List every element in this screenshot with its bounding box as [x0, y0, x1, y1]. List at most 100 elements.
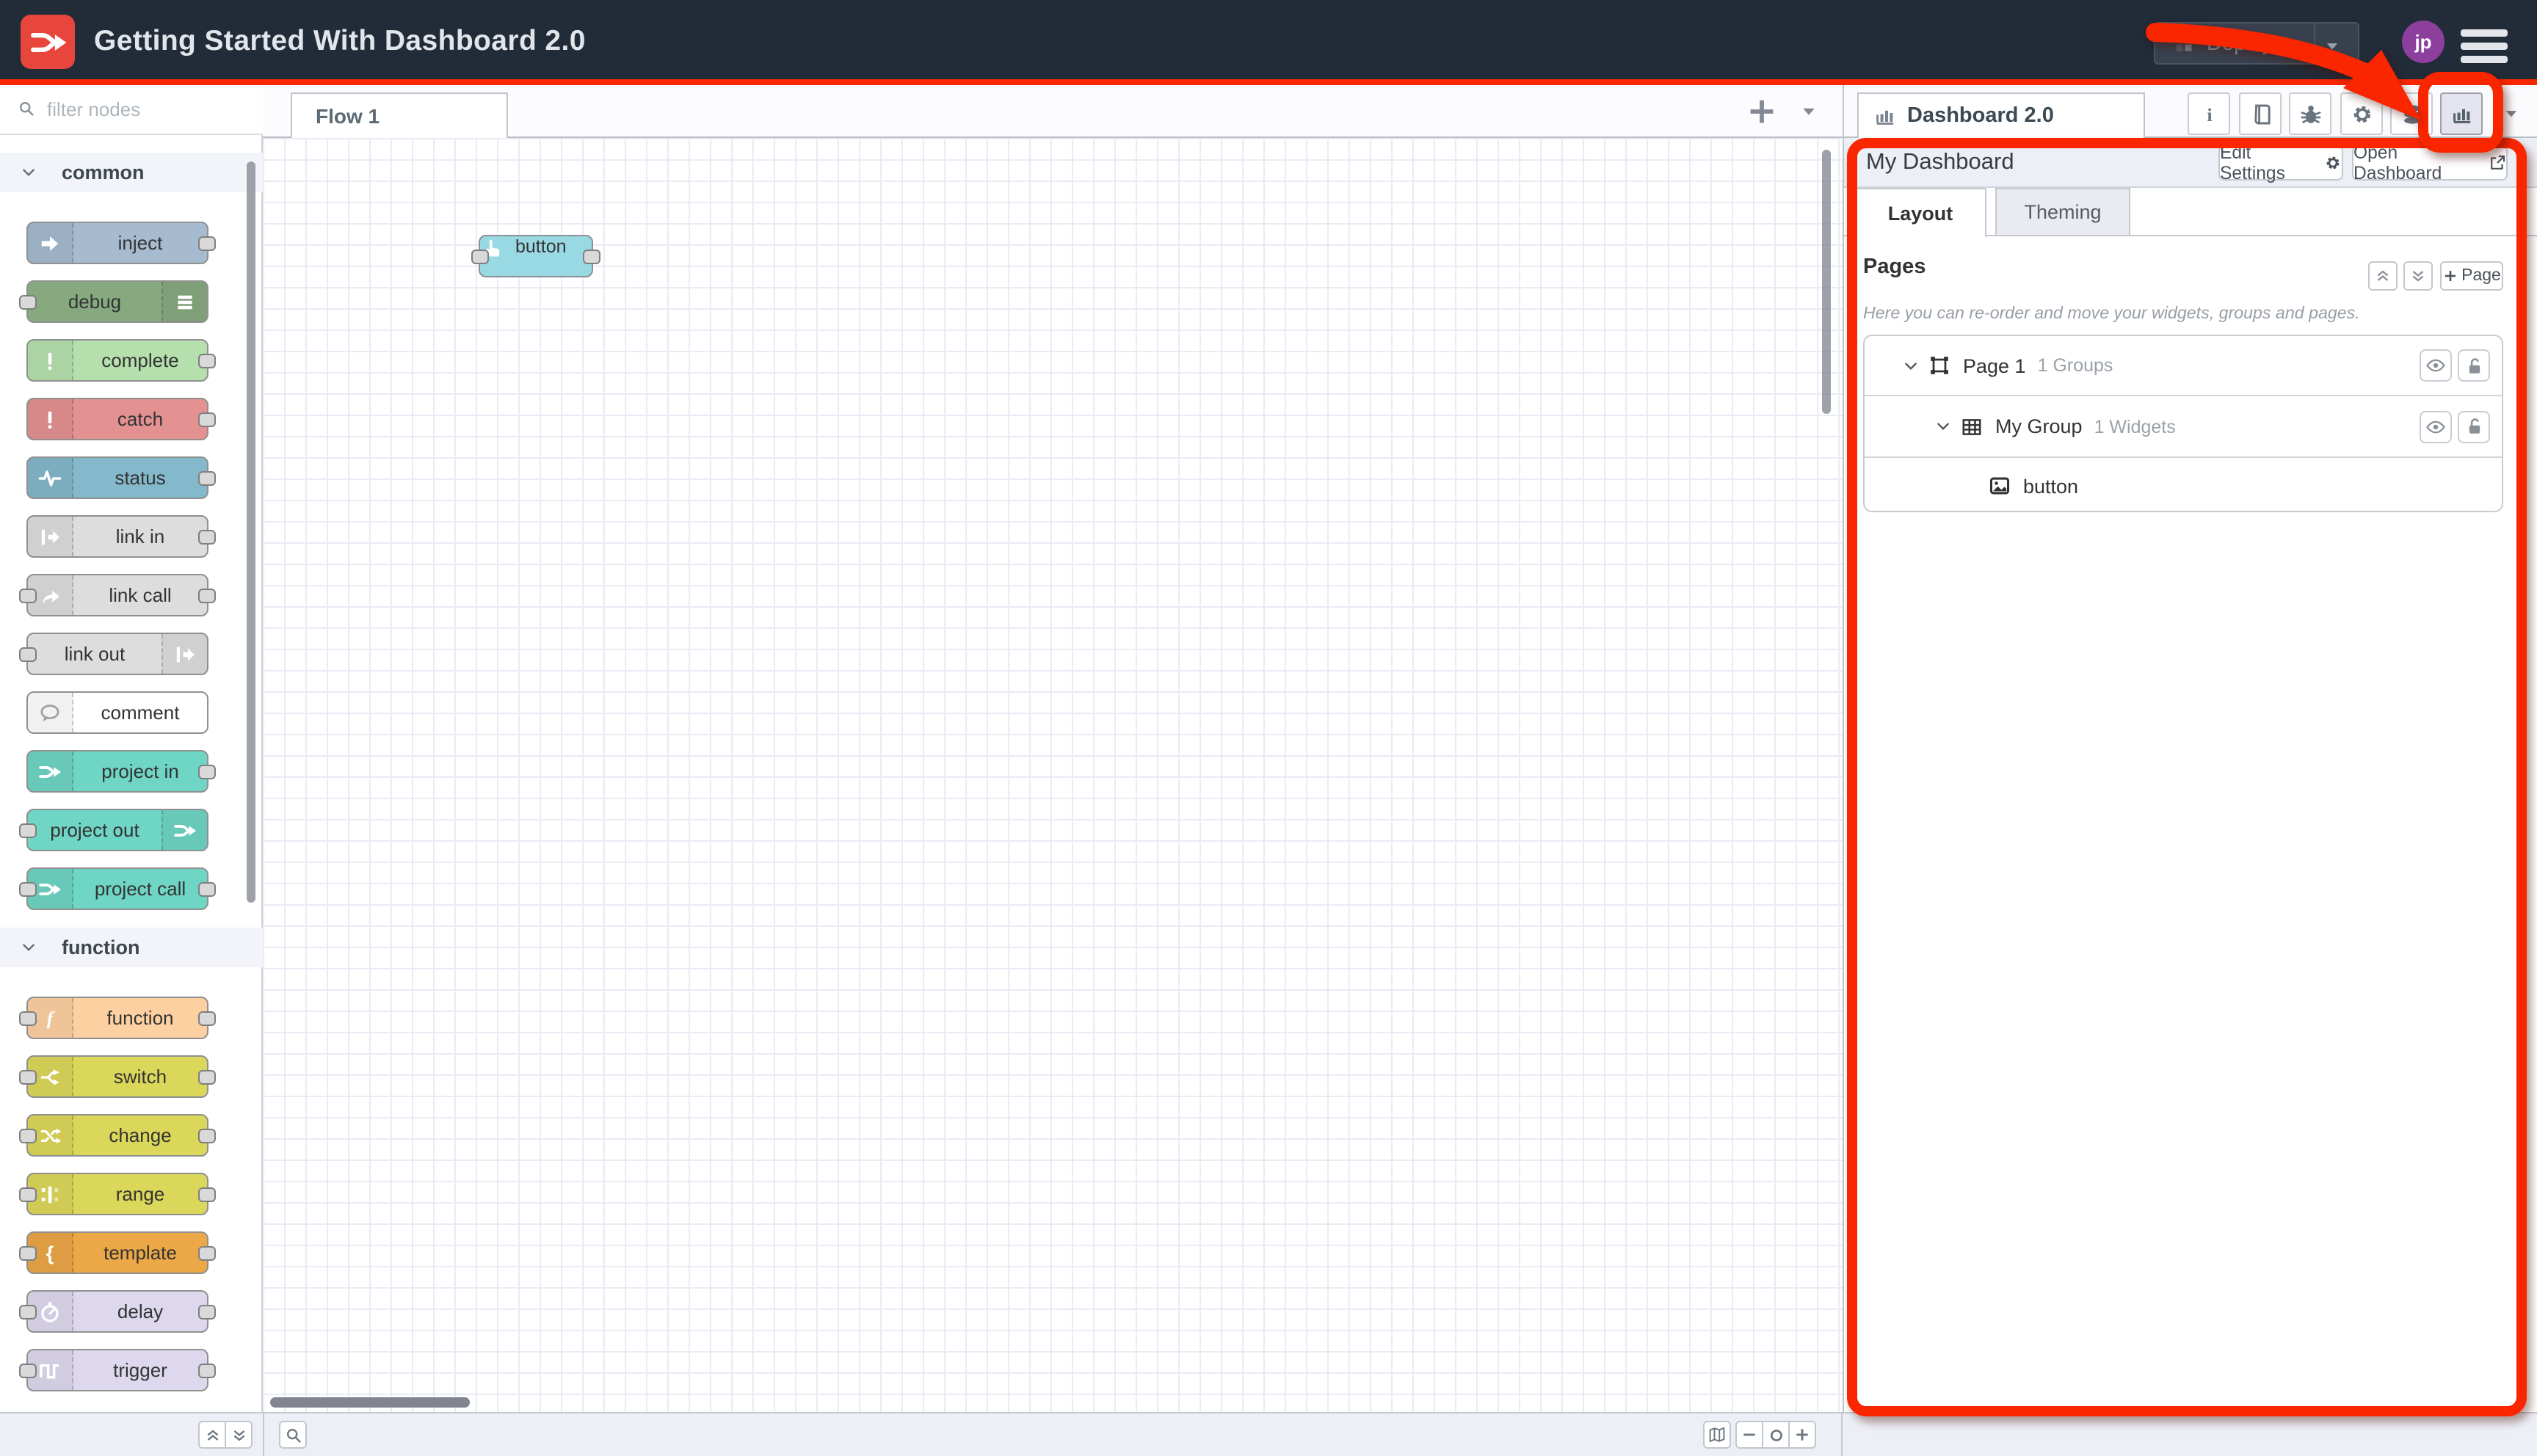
input-port[interactable] — [19, 647, 37, 661]
output-port[interactable] — [198, 1245, 216, 1260]
output-port[interactable] — [198, 470, 216, 485]
user-avatar[interactable]: jp — [2402, 21, 2445, 63]
output-port[interactable] — [198, 881, 216, 896]
context-data-button[interactable] — [2390, 92, 2433, 135]
input-port[interactable] — [19, 294, 37, 309]
output-port[interactable] — [198, 529, 216, 544]
deploy-button[interactable]: Deploy — [2154, 22, 2359, 65]
palette-node-project-out[interactable]: project out — [26, 809, 208, 851]
node-palette: filter nodes common inject debug complete ca… — [0, 84, 263, 1412]
output-port[interactable] — [198, 1187, 216, 1201]
add-flow-button[interactable] — [1746, 95, 1778, 128]
input-port[interactable] — [19, 823, 37, 837]
palette-scrollbar[interactable] — [247, 161, 255, 903]
input-port[interactable] — [471, 249, 489, 263]
palette-filter[interactable]: filter nodes — [0, 84, 263, 135]
main-menu-button[interactable] — [2461, 29, 2508, 63]
canvas-vertical-scrollbar[interactable] — [1822, 150, 1831, 414]
input-port[interactable] — [19, 1304, 37, 1319]
palette-node-inject[interactable]: inject — [26, 222, 208, 264]
sidebar-menu-caret[interactable] — [2502, 106, 2521, 122]
node-red-logo[interactable] — [21, 15, 75, 69]
output-port[interactable] — [198, 1363, 216, 1377]
canvas-horizontal-scrollbar[interactable] — [270, 1397, 470, 1408]
palette-node-switch[interactable]: switch — [26, 1055, 208, 1098]
output-port[interactable] — [198, 1304, 216, 1319]
palette-node-range[interactable]: range — [26, 1173, 208, 1215]
template-brace-icon: { — [38, 1241, 62, 1264]
visibility-toggle-button[interactable] — [2420, 410, 2452, 443]
chevron-down-icon[interactable] — [1903, 357, 1919, 374]
palette-node-comment[interactable]: comment — [26, 691, 208, 734]
chevron-down-icon[interactable] — [1935, 418, 1951, 434]
output-port[interactable] — [198, 412, 216, 426]
output-port[interactable] — [198, 588, 216, 603]
flow-list-button[interactable] — [1799, 103, 1819, 120]
palette-collapse-all-button[interactable] — [198, 1421, 226, 1449]
move-page-up-button[interactable] — [2368, 261, 2398, 291]
dashboard-2-button[interactable] — [2440, 92, 2483, 135]
palette-node-catch[interactable]: catch — [26, 398, 208, 440]
input-port[interactable] — [19, 1187, 37, 1201]
palette-node-link-out[interactable]: link out — [26, 633, 208, 675]
tab-theming[interactable]: Theming — [1995, 188, 2130, 236]
input-port[interactable] — [19, 588, 37, 603]
output-port[interactable] — [583, 249, 600, 263]
node-label: inject — [73, 223, 207, 263]
palette-node-template[interactable]: {template — [26, 1231, 208, 1274]
input-port[interactable] — [19, 1245, 37, 1260]
input-port[interactable] — [19, 1128, 37, 1143]
zoom-in-button[interactable] — [1788, 1421, 1816, 1449]
input-port[interactable] — [19, 1069, 37, 1084]
help-button[interactable] — [2239, 92, 2282, 135]
lock-toggle-button[interactable] — [2458, 349, 2490, 382]
flow-canvas[interactable]: button — [263, 138, 1843, 1412]
palette-node-project-call[interactable]: project call — [26, 867, 208, 910]
lock-toggle-button[interactable] — [2458, 410, 2490, 443]
palette-expand-all-button[interactable] — [225, 1421, 253, 1449]
tab-dashboard-2[interactable]: Dashboard 2.0 — [1857, 92, 2145, 138]
palette-node-change[interactable]: change — [26, 1114, 208, 1157]
canvas-search-button[interactable] — [279, 1421, 307, 1449]
output-port[interactable] — [198, 236, 216, 250]
input-port[interactable] — [19, 1011, 37, 1025]
move-page-down-button[interactable] — [2403, 261, 2433, 291]
output-port[interactable] — [198, 1128, 216, 1143]
zoom-out-button[interactable] — [1735, 1421, 1763, 1449]
output-port[interactable] — [198, 353, 216, 368]
output-port[interactable] — [198, 1069, 216, 1084]
tab-flow-1[interactable]: Flow 1 — [291, 92, 508, 138]
canvas-node-button[interactable]: button — [479, 235, 593, 277]
palette-node-project-in[interactable]: project in — [26, 750, 208, 793]
tree-row-page-1[interactable]: Page 11 Groups — [1865, 336, 2502, 396]
palette-node-debug[interactable]: debug — [26, 280, 208, 323]
tree-row-button[interactable]: button — [1865, 458, 2502, 512]
debug-button[interactable] — [2289, 92, 2331, 135]
open-dashboard-button[interactable]: Open Dashboard — [2352, 145, 2508, 181]
zoom-reset-button[interactable] — [1762, 1421, 1790, 1449]
info-button[interactable]: i — [2188, 92, 2230, 135]
toggle-navigator-button[interactable] — [1703, 1421, 1731, 1449]
chevron-down-icon — [21, 939, 37, 956]
palette-node-link-call[interactable]: link call — [26, 574, 208, 616]
config-nodes-button[interactable] — [2340, 92, 2383, 135]
palette-node-status[interactable]: status — [26, 456, 208, 499]
add-page-button[interactable]: Page — [2440, 261, 2503, 291]
edit-settings-button[interactable]: Edit Settings — [2218, 145, 2343, 181]
palette-node-function[interactable]: ffunction — [26, 997, 208, 1039]
palette-node-link-in[interactable]: link in — [26, 515, 208, 558]
tab-layout[interactable]: Layout — [1854, 188, 1986, 238]
palette-node-delay[interactable]: delay — [26, 1290, 208, 1333]
gear-icon — [2350, 102, 2373, 125]
palette-section-common[interactable]: common — [0, 153, 263, 192]
deploy-caret-icon[interactable] — [2323, 38, 2342, 54]
input-port[interactable] — [19, 881, 37, 896]
output-port[interactable] — [198, 764, 216, 779]
output-port[interactable] — [198, 1011, 216, 1025]
palette-section-function[interactable]: function — [0, 928, 263, 967]
tree-row-my-group[interactable]: My Group1 Widgets — [1865, 396, 2502, 458]
input-port[interactable] — [19, 1363, 37, 1377]
palette-node-trigger[interactable]: trigger — [26, 1349, 208, 1391]
visibility-toggle-button[interactable] — [2420, 349, 2452, 382]
palette-node-complete[interactable]: complete — [26, 339, 208, 382]
